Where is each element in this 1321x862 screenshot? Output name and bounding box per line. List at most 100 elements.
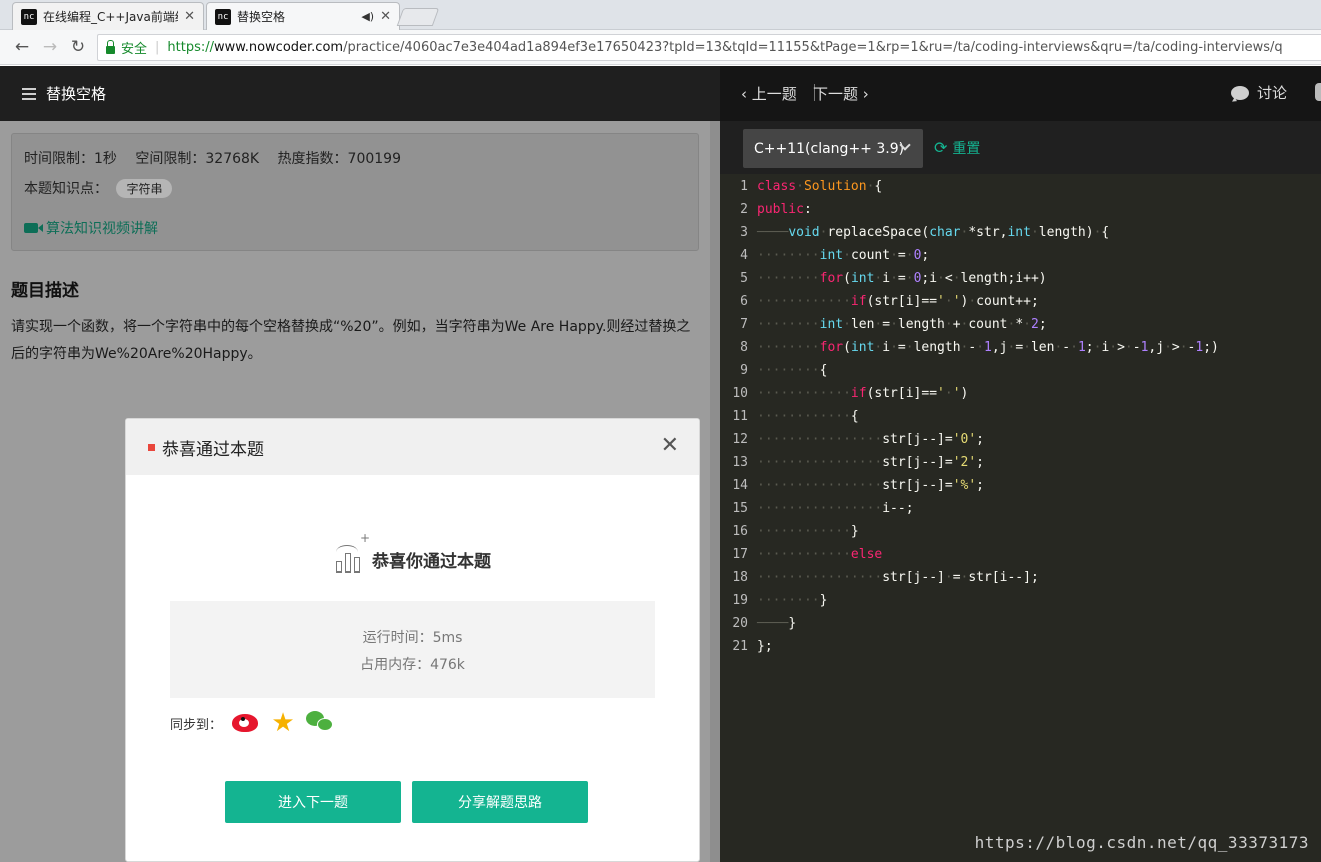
reset-button[interactable]: ⟳ 重置 bbox=[934, 138, 980, 158]
code-line[interactable]: 21}; bbox=[720, 635, 1321, 658]
new-tab-button[interactable] bbox=[396, 8, 440, 26]
line-number: 18 bbox=[732, 570, 748, 585]
chevron-left-icon: ‹ bbox=[741, 85, 752, 103]
chat-bubble-icon bbox=[1231, 85, 1249, 100]
logo-icon: nc bbox=[21, 8, 37, 25]
code-text: ········} bbox=[757, 593, 828, 608]
line-number: 13 bbox=[732, 455, 748, 470]
code-line[interactable]: 2 public: bbox=[720, 198, 1321, 221]
code-text: ················str[j--]='0'; bbox=[757, 432, 984, 447]
code-text: ················str[j--]='%'; bbox=[757, 478, 984, 493]
close-icon[interactable]: ✕ bbox=[380, 9, 391, 24]
code-line[interactable]: 8 ········for(int·i·=·length·-·1,j·=·len·… bbox=[720, 336, 1321, 359]
code-line[interactable]: 3 ────void·replaceSpace(char·*str,int·len… bbox=[720, 221, 1321, 244]
code-text: ················i--; bbox=[757, 501, 914, 516]
line-number: 10 bbox=[732, 386, 748, 401]
secure-label: 安全 bbox=[121, 42, 148, 57]
line-number: 4 bbox=[740, 248, 748, 263]
code-text: ············else bbox=[757, 547, 883, 562]
line-number: 15 bbox=[732, 501, 748, 516]
line-number: 21 bbox=[732, 639, 748, 654]
code-line[interactable]: 16 ············} bbox=[720, 520, 1321, 543]
time-limit: 时间限制：1秒 bbox=[24, 151, 117, 167]
code-line[interactable]: 17 ············else bbox=[720, 543, 1321, 566]
close-icon[interactable]: ✕ bbox=[184, 9, 195, 24]
growth-chart-icon: + bbox=[334, 531, 370, 573]
code-line[interactable]: 18 ················str[j--]·=·str[i--]; bbox=[720, 566, 1321, 589]
code-line[interactable]: 5 ········for(int·i·=·0;i·<·length;i++) bbox=[720, 267, 1321, 290]
code-text: class·Solution·{ bbox=[757, 179, 883, 194]
speaker-icon[interactable]: ◀) bbox=[361, 10, 374, 23]
code-line[interactable]: 12 ················str[j--]='0'; bbox=[720, 428, 1321, 451]
description-body: 请实现一个函数，将一个字符串中的每个空格替换成“%20”。例如，当字符串为We … bbox=[11, 319, 691, 362]
next-label: 下一题 bbox=[813, 85, 859, 103]
side-toggle-icon[interactable] bbox=[1315, 83, 1321, 101]
url-host: www.nowcoder.com bbox=[214, 40, 344, 55]
success-message: 恭喜你通过本题 bbox=[372, 552, 491, 572]
url-field[interactable]: 安全 | https://www.nowcoder.com/practice/4… bbox=[97, 34, 1321, 61]
code-text: ········{ bbox=[757, 363, 828, 378]
run-time: 运行时间：5ms bbox=[362, 630, 463, 646]
code-line[interactable]: 15 ················i--; bbox=[720, 497, 1321, 520]
line-number: 14 bbox=[732, 478, 748, 493]
knowledge-tag[interactable]: 字符串 bbox=[116, 179, 173, 198]
scrollbar[interactable] bbox=[710, 121, 720, 862]
problem-header: 替换空格 bbox=[0, 66, 720, 121]
code-line[interactable]: 11 ············{ bbox=[720, 405, 1321, 428]
address-bar: ← → ↻ 安全 | https://www.nowcoder.com/prac… bbox=[0, 30, 1321, 65]
browser-tab-practice-list[interactable]: nc 在线编程_C++Java前端经 ✕ bbox=[12, 2, 204, 30]
code-text: ················str[j--]='2'; bbox=[757, 455, 984, 470]
line-number: 6 bbox=[740, 294, 748, 309]
line-number: 19 bbox=[732, 593, 748, 608]
discuss-link[interactable]: 讨论 bbox=[1231, 82, 1287, 103]
code-line[interactable]: 14 ················str[j--]='%'; bbox=[720, 474, 1321, 497]
success-dialog: 恭喜通过本题 ✕ + 恭喜你通过本题 运行时间：5ms 占用内存：476k 同步… bbox=[125, 418, 700, 862]
url-path: /practice/4060ac7e3e404ad1a894ef3e176504… bbox=[343, 40, 1283, 55]
code-line[interactable]: 7 ········int·len·=·length·+·count·*·2; bbox=[720, 313, 1321, 336]
qzone-icon[interactable]: ★ bbox=[268, 709, 298, 737]
success-banner: + 恭喜你通过本题 bbox=[126, 531, 699, 573]
code-line[interactable]: 10 ············if(str[i]=='·') bbox=[720, 382, 1321, 405]
browser-tab-current[interactable]: nc 替换空格 ◀) ✕ bbox=[206, 2, 400, 30]
next-problem-link[interactable]: 下一题 › bbox=[813, 83, 869, 104]
code-text: ────void·replaceSpace(char·*str,int·leng… bbox=[757, 225, 1110, 240]
code-line[interactable]: 13 ················str[j--]='2'; bbox=[720, 451, 1321, 474]
language-select[interactable]: C++11(clang++ 3.9) bbox=[743, 129, 923, 168]
line-number: 17 bbox=[732, 547, 748, 562]
share-sync-row: 同步到： ★ bbox=[170, 709, 336, 737]
prev-problem-link[interactable]: ‹ 上一题 bbox=[741, 83, 797, 104]
code-text: ········for(int·i·=·length·-·1,j·=·len·-… bbox=[757, 340, 1219, 355]
reload-icon[interactable]: ↻ bbox=[64, 37, 92, 57]
code-line[interactable]: 19 ········} bbox=[720, 589, 1321, 612]
code-line[interactable]: 1 class·Solution·{ bbox=[720, 175, 1321, 198]
editor-toolbar: C++11(clang++ 3.9) ⟳ 重置 bbox=[720, 121, 1321, 174]
dialog-title: 恭喜通过本题 bbox=[162, 439, 264, 460]
code-line[interactable]: 9 ········{ bbox=[720, 359, 1321, 382]
next-problem-button[interactable]: 进入下一题 bbox=[225, 781, 401, 823]
share-solution-button[interactable]: 分享解题思路 bbox=[412, 781, 588, 823]
tab-title: 替换空格 bbox=[237, 10, 286, 24]
code-editor[interactable]: 1 class·Solution·{2 public: 3 ────void·repla… bbox=[720, 175, 1321, 658]
code-text: ················str[j--]·=·str[i--]; bbox=[757, 570, 1039, 585]
lock-icon bbox=[106, 39, 115, 54]
code-text: ············if(str[i]=='·')·count++; bbox=[757, 294, 1039, 309]
line-number: 12 bbox=[732, 432, 748, 447]
code-line[interactable]: 20 ────} bbox=[720, 612, 1321, 635]
url-divider: | bbox=[155, 40, 160, 55]
wechat-icon[interactable] bbox=[306, 709, 336, 737]
line-number: 16 bbox=[732, 524, 748, 539]
list-icon[interactable] bbox=[22, 87, 36, 100]
video-camera-icon bbox=[24, 223, 43, 233]
code-line[interactable]: 6 ············if(str[i]=='·')·count++; bbox=[720, 290, 1321, 313]
forward-arrow-icon[interactable]: → bbox=[36, 37, 64, 57]
code-line[interactable]: 4 ········int·count·=·0; bbox=[720, 244, 1321, 267]
sync-label: 同步到： bbox=[170, 717, 223, 733]
code-text: ············{ bbox=[757, 409, 859, 424]
video-explanation-link[interactable]: 算法知识视频讲解 bbox=[24, 218, 686, 238]
line-number: 11 bbox=[732, 409, 748, 424]
title-marker bbox=[148, 443, 155, 451]
back-arrow-icon[interactable]: ← bbox=[8, 37, 36, 57]
close-icon[interactable]: ✕ bbox=[661, 435, 679, 457]
prev-label: 上一题 bbox=[751, 85, 797, 103]
weibo-icon[interactable] bbox=[230, 709, 260, 737]
